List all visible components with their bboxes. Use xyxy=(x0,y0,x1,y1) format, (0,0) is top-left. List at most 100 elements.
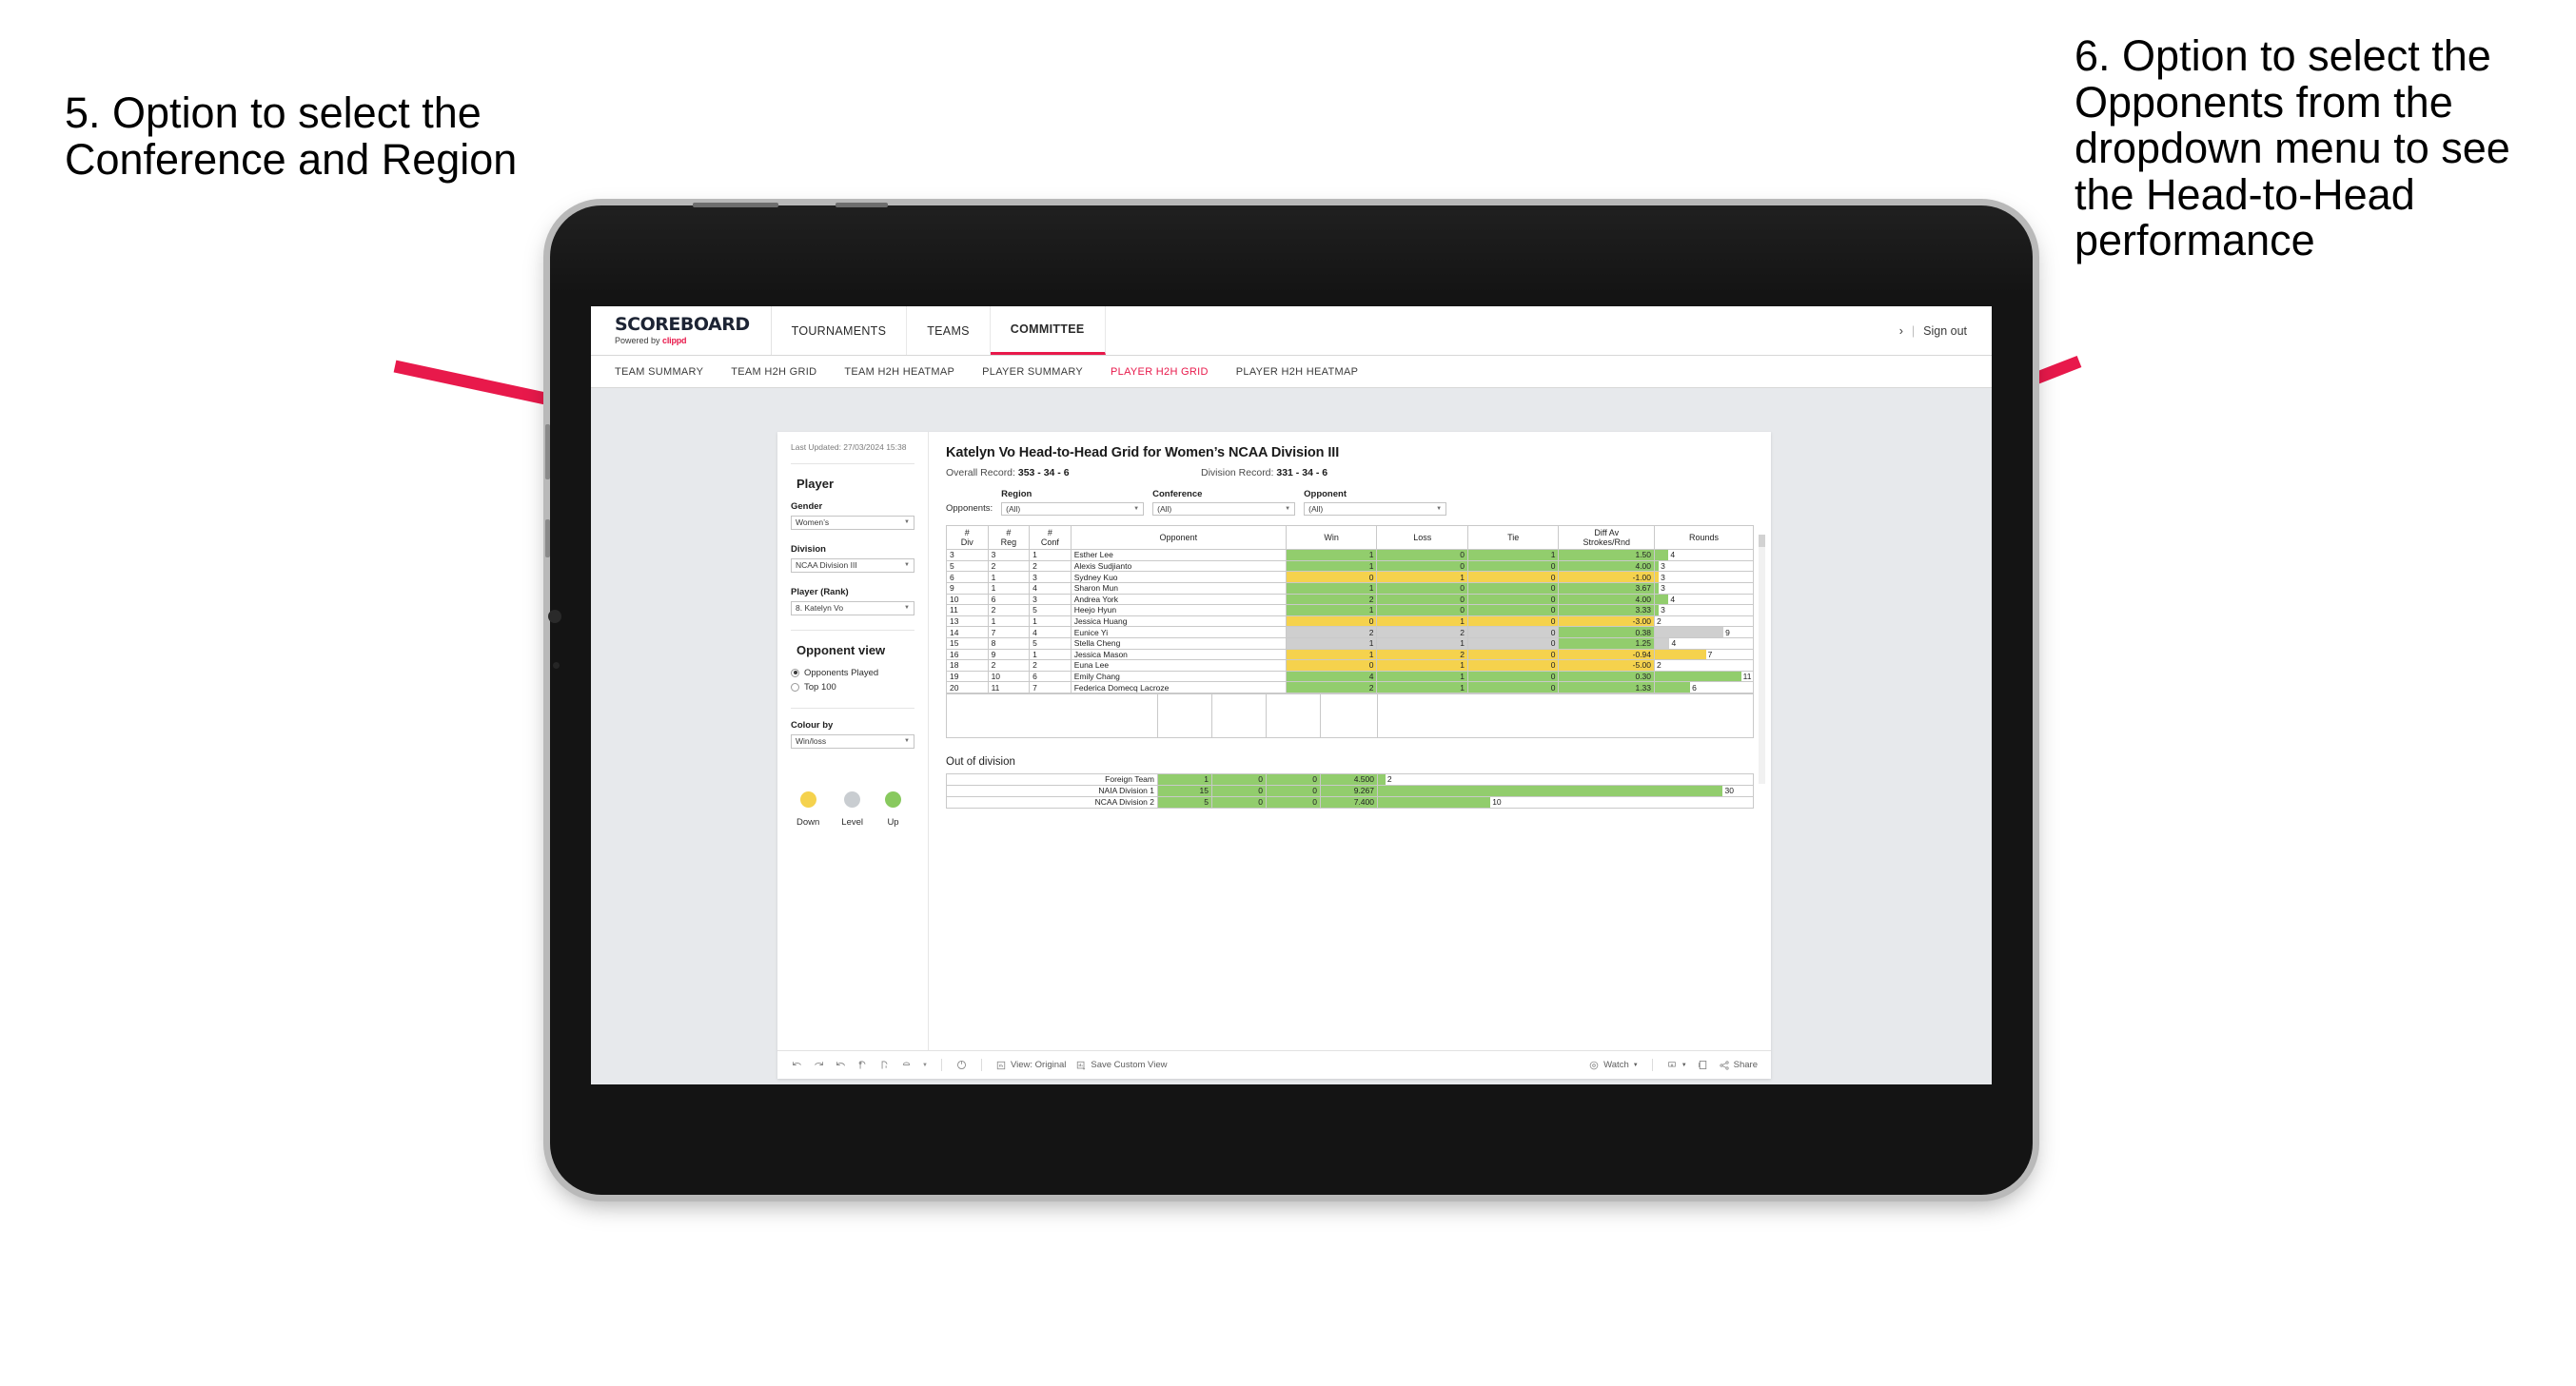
table-row[interactable]: 6 1 3 Sydney Kuo 0 1 0 -1.00 3 xyxy=(946,571,1754,583)
out-of-division-row[interactable]: Foreign Team 1 0 0 4.500 2 xyxy=(946,772,1754,786)
cell-tie: 0 xyxy=(1466,636,1560,650)
view-original-label: View: Original xyxy=(1010,1060,1067,1070)
cell-rounds: 3 xyxy=(1654,604,1754,616)
save-custom-view-button[interactable]: Save Custom View xyxy=(1075,1060,1167,1071)
sub-nav-team-summary[interactable]: TEAM SUMMARY xyxy=(615,366,703,378)
cell-opponent: Heejo Hyun xyxy=(1070,604,1287,616)
cell-rounds: 2 xyxy=(1654,615,1754,628)
cell-diff: 0.38 xyxy=(1558,626,1656,638)
revert-icon[interactable] xyxy=(835,1059,847,1071)
cell-loss: 1 xyxy=(1376,615,1468,628)
cell-tie: 0 xyxy=(1466,659,1560,672)
table-row[interactable]: 16 9 1 Jessica Mason 1 2 0 -0.94 7 xyxy=(946,648,1754,661)
page-title: Katelyn Vo Head-to-Head Grid for Women’s… xyxy=(946,445,1340,460)
table-row[interactable]: 13 1 1 Jessica Huang 0 1 0 -3.00 2 xyxy=(946,615,1754,628)
chevron-right-icon[interactable]: › xyxy=(1899,324,1903,338)
division-select[interactable]: NCAA Division III ▼ xyxy=(791,557,914,573)
sub-nav-player-h2h-heatmap[interactable]: PLAYER H2H HEATMAP xyxy=(1236,366,1358,378)
cell-win: 1 xyxy=(1285,604,1378,616)
out-of-division-row[interactable]: NAIA Division 1 15 0 0 9.267 30 xyxy=(946,784,1754,797)
reset-icon[interactable] xyxy=(955,1059,968,1071)
watch-button[interactable]: Watch ▼ xyxy=(1588,1060,1639,1071)
grid-scrollbar-thumb[interactable] xyxy=(1759,535,1765,547)
table-row[interactable]: 5 2 2 Alexis Sudjianto 1 0 0 4.00 3 xyxy=(946,559,1754,573)
division-record-label: Division Record: xyxy=(1201,467,1277,478)
cell-conf: 5 xyxy=(1029,604,1072,616)
cell-loss: 1 xyxy=(1376,636,1468,650)
cell-loss: 0 xyxy=(1376,549,1468,561)
player-rank-value: 8. Katelyn Vo xyxy=(796,603,844,614)
cell-diff: 0.30 xyxy=(1558,670,1656,683)
sub-nav-player-summary[interactable]: PLAYER SUMMARY xyxy=(982,366,1083,378)
table-row[interactable]: 3 3 1 Esther Lee 1 0 1 1.50 4 xyxy=(946,549,1754,561)
pan-dropdown-caret-icon[interactable]: ▼ xyxy=(922,1063,928,1068)
table-row[interactable]: 11 2 5 Heejo Hyun 1 0 0 3.33 3 xyxy=(946,604,1754,616)
opponent-select[interactable]: (All) ▼ xyxy=(1304,502,1447,516)
chevron-down-icon: ▼ xyxy=(1632,1062,1639,1068)
cell-win: 5 xyxy=(1157,795,1212,809)
table-row[interactable]: 10 6 3 Andrea York 2 0 0 4.00 4 xyxy=(946,593,1754,606)
chevron-down-icon: ▼ xyxy=(1133,506,1140,512)
annotation-5-text: 5. Option to select the Conference and R… xyxy=(65,88,518,184)
region-select[interactable]: (All) ▼ xyxy=(1001,502,1145,516)
sidebar-section-player: Player xyxy=(796,476,835,491)
fullscreen-icon[interactable] xyxy=(1697,1059,1709,1071)
top-nav-teams[interactable]: TEAMS xyxy=(907,306,991,355)
out-of-division-row[interactable]: NCAA Division 2 5 0 0 7.400 10 xyxy=(946,795,1754,809)
radio-opponents-played[interactable]: Opponents Played xyxy=(791,668,914,678)
top-nav-tournaments[interactable]: TOURNAMENTS xyxy=(772,306,908,355)
table-row[interactable]: 18 2 2 Euna Lee 0 1 0 -5.00 2 xyxy=(946,659,1754,672)
cell-rounds: 2 xyxy=(1654,659,1754,672)
redo-icon[interactable] xyxy=(813,1059,825,1071)
gender-select[interactable]: Women’s ▼ xyxy=(791,515,914,530)
grid-empty-area xyxy=(946,693,1754,738)
cell-div: 19 xyxy=(946,670,989,683)
cell-loss: 0 xyxy=(1376,593,1468,606)
cell-diff: -1.00 xyxy=(1558,571,1656,583)
cell-opponent: Alexis Sudjianto xyxy=(1070,559,1287,573)
table-row[interactable]: 15 8 5 Stella Cheng 1 1 0 1.25 4 xyxy=(946,636,1754,650)
col-diff-av-strokes: Diff Av Strokes/Rnd xyxy=(1558,524,1656,551)
opponent-filters-row: Opponents: Region (All) ▼ Conference (Al… xyxy=(946,489,1754,516)
colour-by-select[interactable]: Win/loss ▼ xyxy=(791,733,914,749)
cell-div: 11 xyxy=(946,604,989,616)
spacer-cell-win xyxy=(1157,693,1212,738)
cell-rounds: 3 xyxy=(1654,571,1754,583)
cell-opponent: Federica Domecq Lacroze xyxy=(1070,681,1287,693)
pan-icon[interactable] xyxy=(900,1059,913,1071)
view-original-button[interactable]: View: Original xyxy=(995,1060,1066,1071)
radio-top-100[interactable]: Top 100 xyxy=(791,682,914,693)
cell-reg: 7 xyxy=(987,626,1031,638)
h2h-grid-wrapper: # Div # Reg # Conf Opponent Win Loss Tie Di… xyxy=(946,524,1765,784)
table-row[interactable]: 20 11 7 Federica Domecq Lacroze 2 1 0 1.33 6 xyxy=(946,681,1754,693)
top-nav-committee[interactable]: COMMITTEE xyxy=(990,306,1106,355)
brand-subtitle: Powered by clippd xyxy=(615,337,750,345)
refresh-icon[interactable] xyxy=(856,1059,869,1071)
brand-logo[interactable]: SCOREBOARD Powered by clippd xyxy=(591,306,772,355)
table-row[interactable]: 9 1 4 Sharon Mun 1 0 0 3.67 3 xyxy=(946,581,1754,595)
overall-record: Overall Record: 353 - 34 - 6 xyxy=(946,467,1201,478)
sub-nav-team-h2h-heatmap[interactable]: TEAM H2H HEATMAP xyxy=(844,366,954,378)
cell-diff: 1.25 xyxy=(1558,636,1656,650)
cell-group-name: NAIA Division 1 xyxy=(946,784,1158,797)
download-button[interactable]: ▼ xyxy=(1666,1060,1687,1071)
undo-icon[interactable] xyxy=(791,1059,803,1071)
pause-refresh-icon[interactable] xyxy=(878,1059,891,1071)
cell-reg: 1 xyxy=(987,615,1031,628)
cell-reg: 1 xyxy=(987,571,1031,583)
sub-nav-team-h2h-grid[interactable]: TEAM H2H GRID xyxy=(731,366,816,378)
radio-icon-selected xyxy=(791,668,799,677)
share-button[interactable]: Share xyxy=(1719,1060,1758,1071)
conference-select[interactable]: (All) ▼ xyxy=(1152,502,1296,516)
table-row[interactable]: 19 10 6 Emily Chang 4 1 0 0.30 11 xyxy=(946,670,1754,683)
sign-out-button[interactable]: Sign out xyxy=(1923,324,1967,338)
cell-loss: 1 xyxy=(1376,659,1468,672)
cell-conf: 4 xyxy=(1029,626,1072,638)
cell-diff: 3.33 xyxy=(1558,604,1656,616)
toolbar-divider-1 xyxy=(940,1059,942,1071)
table-row[interactable]: 14 7 4 Eunice Yi 2 2 0 0.38 9 xyxy=(946,626,1754,638)
player-rank-select[interactable]: 8. Katelyn Vo ▼ xyxy=(791,600,914,615)
grid-vertical-scrollbar[interactable] xyxy=(1759,535,1765,784)
sub-nav-player-h2h-grid[interactable]: PLAYER H2H GRID xyxy=(1111,366,1209,378)
cell-reg: 6 xyxy=(987,593,1031,606)
